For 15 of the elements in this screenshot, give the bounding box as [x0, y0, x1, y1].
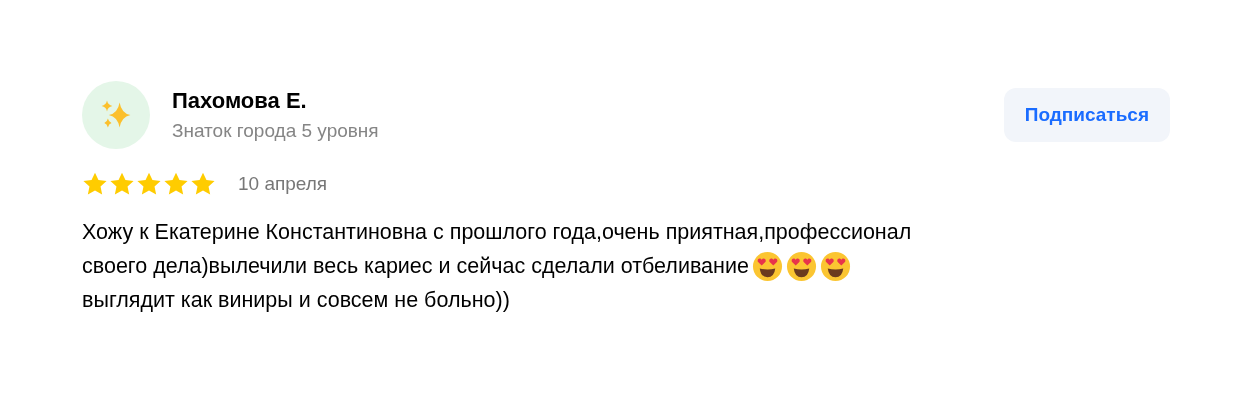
- author-level: Знаток города 5 уровня: [172, 120, 380, 142]
- heart-eyes-smiley-icon: [785, 250, 817, 282]
- review-text: своего дела)вылечили весь кариес и сейчас сделали отбеливание: [82, 253, 749, 280]
- star-icon: [82, 171, 108, 197]
- star-icon: [109, 171, 135, 197]
- heart-eyes-smiley-icon: [819, 250, 851, 282]
- star-icon: [163, 171, 189, 197]
- star-icon: [136, 171, 162, 197]
- star-icon: [190, 171, 216, 197]
- heart-eyes-smiley-icon: [751, 250, 783, 282]
- review-date: 10 апреля: [238, 173, 328, 195]
- author-name[interactable]: Пахомова Е.: [172, 88, 1004, 114]
- review-text: выглядит как виниры и совсем не больно)): [82, 287, 510, 314]
- subscribe-button[interactable]: Подписаться: [1003, 88, 1170, 142]
- review-text: Хожу к Екатерине Константиновна с прошлого года,очень приятная,профессионал: [82, 219, 912, 246]
